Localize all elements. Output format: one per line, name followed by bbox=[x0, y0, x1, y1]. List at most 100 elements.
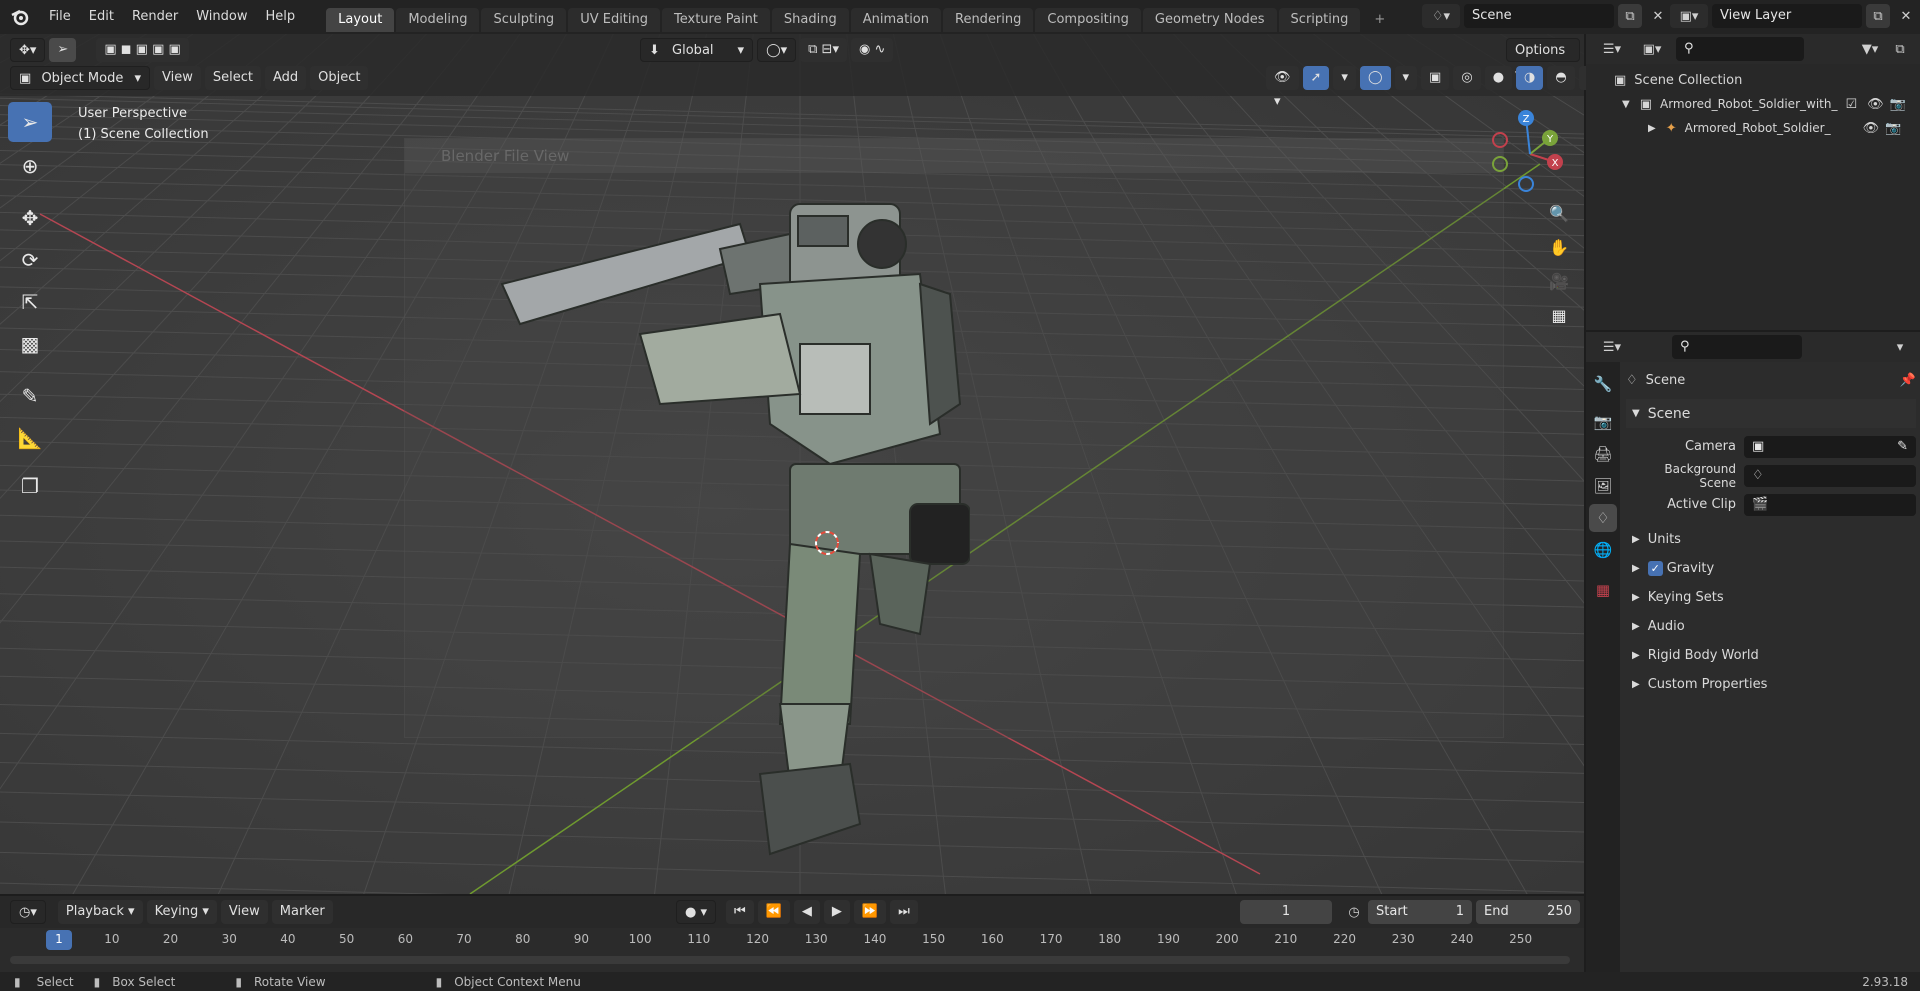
tab-geometry-nodes[interactable]: Geometry Nodes bbox=[1142, 7, 1277, 32]
properties-editor-type-icon[interactable]: ☰▾ bbox=[1594, 335, 1630, 359]
scale-tool-icon[interactable]: ⇱ bbox=[8, 282, 52, 322]
display-mode-icon[interactable]: ▣▾ bbox=[1634, 37, 1670, 61]
shading-rendered-icon[interactable]: ◓ bbox=[1547, 66, 1575, 90]
view-layer-tab-icon[interactable]: 🖼 bbox=[1589, 472, 1617, 500]
annotate-tool-icon[interactable]: ✎ bbox=[8, 376, 52, 416]
rotate-tool-icon[interactable]: ⟳ bbox=[8, 240, 52, 280]
eyedropper-icon[interactable]: ✎ bbox=[1897, 436, 1908, 458]
tab-texture-paint[interactable]: Texture Paint bbox=[662, 7, 770, 32]
robot-model[interactable] bbox=[490, 164, 970, 864]
properties-search-input[interactable]: ⚲ bbox=[1672, 335, 1802, 359]
outliner-row-scene-collection[interactable]: ▣ Scene Collection bbox=[1586, 68, 1920, 92]
tab-sculpting[interactable]: Sculpting bbox=[481, 7, 567, 32]
filter-icon[interactable]: ▼▾ bbox=[1852, 37, 1888, 61]
panel-audio[interactable]: ▶ Audio bbox=[1626, 612, 1916, 641]
timeline-menu-playback[interactable]: Playback ▾ bbox=[57, 900, 143, 924]
measure-tool-icon[interactable]: 📐 bbox=[8, 418, 52, 458]
timeline-menu-view[interactable]: View bbox=[220, 900, 268, 924]
new-scene-icon[interactable]: ⧉ bbox=[1618, 4, 1642, 28]
menu-render[interactable]: Render bbox=[123, 0, 187, 34]
proportional-edit-icon[interactable]: ◉ ∿ bbox=[850, 38, 894, 62]
select-tool-icon[interactable]: ➢ bbox=[49, 38, 77, 62]
camera-view-icon[interactable]: 🎥 bbox=[1544, 266, 1574, 296]
jump-start-icon[interactable]: ⏮ bbox=[726, 900, 754, 924]
menu-file[interactable]: File bbox=[40, 0, 80, 34]
overlay-dropdown-icon[interactable]: ▾ bbox=[1394, 66, 1418, 90]
tab-uv-editing[interactable]: UV Editing bbox=[568, 7, 661, 32]
transform-tool-icon[interactable]: ▩ bbox=[8, 324, 52, 364]
timeline-menu-keying[interactable]: Keying ▾ bbox=[146, 900, 217, 924]
select-mode-icons[interactable]: ▣ ◼ ▣ ▣ ▣ bbox=[96, 38, 189, 62]
jump-keyframe-forward-icon[interactable]: ⏩ bbox=[853, 900, 887, 924]
timeline-ruler[interactable]: 1 10 20 30 40 50 60 70 80 90 100 110 120 130 140 150 160… bbox=[0, 928, 1584, 972]
tab-layout[interactable]: Layout bbox=[326, 7, 395, 32]
timeline-editor-type-icon[interactable]: ◷▾ bbox=[10, 900, 46, 924]
pivot-point-dropdown[interactable]: ◯▾ bbox=[757, 38, 797, 62]
xray-toggle-icon[interactable]: ▣ bbox=[1421, 66, 1450, 90]
tab-scripting[interactable]: Scripting bbox=[1278, 7, 1361, 32]
expand-arrow-icon[interactable]: ▼ bbox=[1622, 99, 1630, 110]
expand-arrow-icon[interactable]: ▶ bbox=[1648, 123, 1656, 134]
delete-scene-icon[interactable]: ✕ bbox=[1646, 4, 1670, 28]
menu-help[interactable]: Help bbox=[257, 0, 305, 34]
pan-hand-icon[interactable]: ✋ bbox=[1544, 232, 1574, 262]
editor-type-icon[interactable]: ✥▾ bbox=[10, 38, 46, 62]
gizmo-dropdown-icon[interactable]: ▾ bbox=[1333, 66, 1356, 90]
tab-shading[interactable]: Shading bbox=[771, 7, 849, 32]
timeline-scrollbar[interactable] bbox=[10, 956, 1570, 964]
camera-field[interactable]: ▣ ✎ bbox=[1744, 435, 1916, 458]
output-tab-icon[interactable]: 🖨 bbox=[1589, 440, 1617, 468]
active-clip-field[interactable]: 🎬 bbox=[1744, 493, 1916, 516]
jump-end-icon[interactable]: ⏭ bbox=[890, 900, 918, 924]
scene-icon[interactable]: ♢▾ bbox=[1422, 4, 1460, 28]
outliner-editor-type-icon[interactable]: ☰▾ bbox=[1594, 37, 1630, 61]
background-scene-field[interactable]: ♢ bbox=[1744, 464, 1916, 487]
jump-keyframe-back-icon[interactable]: ⏪ bbox=[757, 900, 790, 924]
view-layer-field[interactable]: View Layer bbox=[1712, 4, 1862, 28]
outliner-search-input[interactable]: ⚲ bbox=[1676, 37, 1804, 61]
record-icon[interactable]: ● ▾ bbox=[676, 900, 717, 924]
object-mode-dropdown[interactable]: ▣ Object Mode ▾ bbox=[10, 66, 150, 90]
scene-field[interactable]: Scene bbox=[1464, 4, 1614, 28]
tab-animation[interactable]: Animation bbox=[850, 7, 941, 32]
gravity-checkbox[interactable]: ✓ bbox=[1647, 561, 1663, 576]
tool-tab-icon[interactable]: 🔧 bbox=[1589, 370, 1617, 398]
move-tool-icon[interactable]: ✥ bbox=[8, 198, 52, 238]
options-button[interactable]: Options ▾ bbox=[1506, 38, 1580, 82]
play-icon[interactable]: ▶ bbox=[823, 900, 850, 924]
panel-custom-properties[interactable]: ▶ Custom Properties bbox=[1626, 670, 1916, 699]
new-collection-icon[interactable]: ⧉ bbox=[1888, 37, 1912, 61]
render-tab-icon[interactable]: 📷 bbox=[1589, 408, 1617, 436]
delete-view-layer-icon[interactable]: ✕ bbox=[1894, 4, 1918, 28]
outliner-row-object[interactable]: ▶ ✦ Armored_Robot_Soldier_ 👁 📷 bbox=[1586, 116, 1920, 140]
blender-logo-icon[interactable] bbox=[0, 0, 40, 34]
add-workspace-icon[interactable]: + bbox=[1362, 8, 1397, 32]
timeline-menu-marker[interactable]: Marker bbox=[271, 900, 333, 924]
transform-orientation-dropdown[interactable]: ⬇ Global ▾ bbox=[640, 38, 754, 62]
new-view-layer-icon[interactable]: ⧉ bbox=[1866, 4, 1890, 28]
end-frame-field[interactable]: End 250 bbox=[1476, 900, 1580, 924]
shading-solid-icon[interactable]: ● bbox=[1484, 66, 1513, 90]
cursor-tool-icon[interactable]: ⊕ bbox=[8, 146, 52, 186]
camera-render-icon[interactable]: 📷 bbox=[1885, 121, 1901, 136]
view-layer-icon[interactable]: ▣▾ bbox=[1670, 4, 1708, 28]
pin-icon[interactable]: 📌 bbox=[1900, 373, 1916, 388]
panel-units[interactable]: ▶ Units bbox=[1626, 525, 1916, 554]
panel-rigid-body-world[interactable]: ▶ Rigid Body World bbox=[1626, 641, 1916, 670]
shading-wireframe-icon[interactable]: ◎ bbox=[1453, 66, 1481, 90]
zoom-icon[interactable]: 🔍 bbox=[1544, 198, 1574, 228]
3d-cursor-icon[interactable] bbox=[812, 528, 842, 558]
3d-viewport[interactable]: Blender File View bbox=[0, 34, 1584, 894]
panel-keying-sets[interactable]: ▶ Keying Sets bbox=[1626, 583, 1916, 612]
shading-material-icon[interactable]: ◑ bbox=[1516, 66, 1544, 90]
menu-edit[interactable]: Edit bbox=[80, 0, 123, 34]
eye-icon[interactable]: 👁 bbox=[1867, 97, 1884, 112]
preview-range-icon[interactable]: ◷ bbox=[1342, 900, 1366, 924]
viewport-menu-select[interactable]: Select bbox=[204, 66, 261, 90]
outliner-row-collection[interactable]: ▼ ▣ Armored_Robot_Soldier_with_ ☑ 👁 📷 bbox=[1586, 92, 1920, 116]
world-tab-icon[interactable]: 🌐 bbox=[1589, 536, 1617, 564]
select-box-tool-icon[interactable]: ➢ bbox=[8, 102, 52, 142]
viewport-menu-object[interactable]: Object bbox=[310, 66, 369, 90]
tab-rendering[interactable]: Rendering bbox=[943, 7, 1034, 32]
tab-modeling[interactable]: Modeling bbox=[396, 7, 480, 32]
